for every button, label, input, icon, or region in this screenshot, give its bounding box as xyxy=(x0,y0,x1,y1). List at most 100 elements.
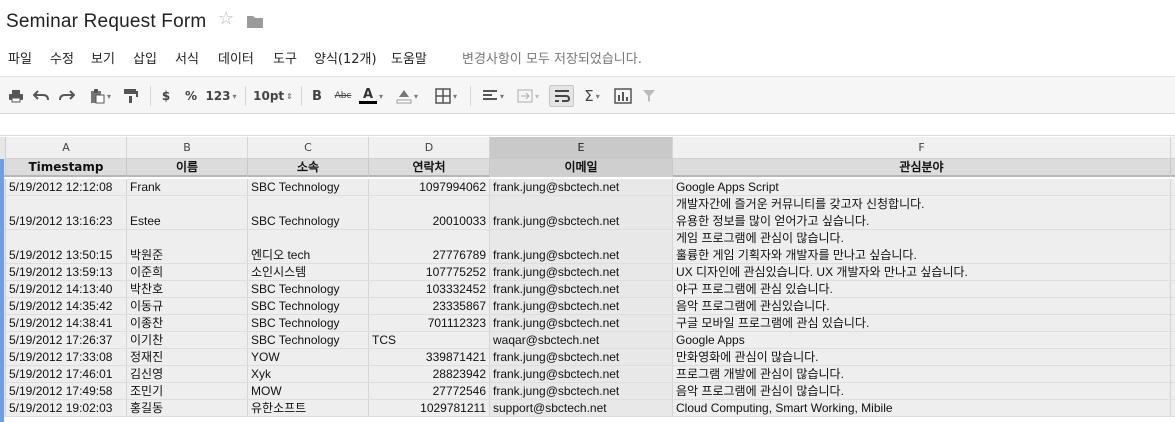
paint-format-icon[interactable] xyxy=(121,85,141,107)
percent-button[interactable]: % xyxy=(183,85,199,107)
header-timestamp[interactable]: Timestamp xyxy=(6,159,127,177)
cell-name[interactable]: 박찬호 xyxy=(127,281,248,297)
currency-button[interactable]: $ xyxy=(158,85,174,107)
cell-organization[interactable]: Xyk xyxy=(248,366,369,382)
cell-timestamp[interactable]: 5/19/2012 17:26:37 xyxy=(6,332,127,348)
cell-email[interactable]: frank.jung@sbctech.net xyxy=(490,179,673,195)
cell-interest[interactable]: Cloud Computing, Smart Working, Mibile xyxy=(673,400,1171,416)
star-icon[interactable]: ☆ xyxy=(218,10,234,28)
cell-timestamp[interactable]: 5/19/2012 13:59:13 xyxy=(6,264,127,280)
column-header-a[interactable]: A xyxy=(6,137,127,159)
cell-name[interactable]: Estee xyxy=(127,196,248,229)
merge-cells-icon[interactable]: ▾ xyxy=(512,85,544,107)
cell-interest[interactable]: 게임 프로그램에 관심이 많습니다. 훌륭한 게임 기획자와 개발자를 만나고 싶… xyxy=(673,230,1171,263)
cell-name[interactable]: 이동규 xyxy=(127,298,248,314)
header-interest[interactable]: 관심분야 xyxy=(673,159,1171,177)
print-icon[interactable] xyxy=(6,85,26,107)
cell-email[interactable]: waqar@sbctech.net xyxy=(490,332,673,348)
cell-email[interactable]: frank.jung@sbctech.net xyxy=(490,230,673,263)
menu-insert[interactable]: 삽입 xyxy=(133,48,157,67)
header-email[interactable]: 이메일 xyxy=(490,159,673,177)
borders-icon[interactable]: ▾ xyxy=(430,85,462,107)
number-format-button[interactable]: 123 ▾ xyxy=(205,85,237,107)
cell-contact[interactable]: TCS xyxy=(369,332,490,348)
cell-email[interactable]: frank.jung@sbctech.net xyxy=(490,264,673,280)
cell-organization[interactable]: YOW xyxy=(248,349,369,365)
column-header-b[interactable]: B xyxy=(127,137,248,159)
chart-icon[interactable] xyxy=(612,85,634,107)
redo-icon[interactable] xyxy=(57,85,77,107)
menu-file[interactable]: 파일 xyxy=(8,48,32,67)
font-size-select[interactable]: 10pt ⇕ xyxy=(253,85,293,107)
cell-name[interactable]: 홍길동 xyxy=(127,400,248,416)
cell-name[interactable]: 박원준 xyxy=(127,230,248,263)
cell-email[interactable]: frank.jung@sbctech.net xyxy=(490,298,673,314)
cell-contact[interactable]: 20010033 xyxy=(369,196,490,229)
cell-organization[interactable]: SBC Technology xyxy=(248,196,369,229)
column-header-e[interactable]: E xyxy=(490,137,673,159)
cell-interest[interactable]: 음악 프로그램에 관심있습니다. xyxy=(673,298,1171,314)
filter-icon[interactable] xyxy=(640,85,658,107)
cell-interest[interactable]: Google Apps xyxy=(673,332,1171,348)
menu-format[interactable]: 서식 xyxy=(175,48,199,67)
document-title[interactable]: Seminar Request Form xyxy=(6,11,206,33)
cell-timestamp[interactable]: 5/19/2012 17:46:01 xyxy=(6,366,127,382)
wrap-text-icon[interactable] xyxy=(549,85,574,107)
cell-name[interactable]: 정재진 xyxy=(127,349,248,365)
cell-name[interactable]: 이종찬 xyxy=(127,315,248,331)
bold-button[interactable]: B xyxy=(309,85,325,107)
cell-name[interactable]: 김신영 xyxy=(127,366,248,382)
cell-interest[interactable]: 음악 프로그램에 관심이 많습니다. xyxy=(673,383,1171,399)
cell-contact[interactable]: 339871421 xyxy=(369,349,490,365)
cell-timestamp[interactable]: 5/19/2012 17:33:08 xyxy=(6,349,127,365)
cell-contact[interactable]: 701112323 xyxy=(369,315,490,331)
cell-name[interactable]: 이기찬 xyxy=(127,332,248,348)
cell-interest[interactable]: 야구 프로그램에 관심 있습니다. xyxy=(673,281,1171,297)
column-header-d[interactable]: D xyxy=(369,137,490,159)
cell-email[interactable]: frank.jung@sbctech.net xyxy=(490,196,673,229)
cell-contact[interactable]: 107775252 xyxy=(369,264,490,280)
cell-organization[interactable]: 유한소프트 xyxy=(248,400,369,416)
formula-input[interactable] xyxy=(4,118,1164,133)
strikethrough-button[interactable]: Abc xyxy=(332,85,354,107)
cell-email[interactable]: support@sbctech.net xyxy=(490,400,673,416)
cell-organization[interactable]: SBC Technology xyxy=(248,179,369,195)
cell-timestamp[interactable]: 5/19/2012 19:02:03 xyxy=(6,400,127,416)
cell-contact[interactable]: 103332452 xyxy=(369,281,490,297)
cell-contact[interactable]: 1029781211 xyxy=(369,400,490,416)
paste-icon[interactable]: ▾ xyxy=(84,85,116,107)
align-left-icon[interactable]: ▾ xyxy=(478,85,508,107)
cell-organization[interactable]: SBC Technology xyxy=(248,332,369,348)
cell-organization[interactable]: SBC Technology xyxy=(248,298,369,314)
cell-name[interactable]: Frank xyxy=(127,179,248,195)
cell-email[interactable]: frank.jung@sbctech.net xyxy=(490,349,673,365)
cell-name[interactable]: 조민기 xyxy=(127,383,248,399)
cell-interest[interactable]: 개발자간에 즐거운 커뮤니티를 갖고자 신청합니다. 유용한 정보를 많이 얻어가… xyxy=(673,196,1171,229)
cell-email[interactable]: frank.jung@sbctech.net xyxy=(490,383,673,399)
menu-data[interactable]: 데이터 xyxy=(218,48,254,67)
cell-organization[interactable]: 소인시스템 xyxy=(248,264,369,280)
functions-icon[interactable]: Σ ▾ xyxy=(578,85,606,107)
cell-timestamp[interactable]: 5/19/2012 17:49:58 xyxy=(6,383,127,399)
menu-forms[interactable]: 양식(12개) xyxy=(314,48,377,67)
column-header-c[interactable]: C xyxy=(248,137,369,159)
cell-contact[interactable]: 27772546 xyxy=(369,383,490,399)
cell-interest[interactable]: 구글 모바일 프로그램에 관심 있습니다. xyxy=(673,315,1171,331)
cell-contact[interactable]: 1097994062 xyxy=(369,179,490,195)
header-name[interactable]: 이름 xyxy=(127,159,248,177)
cell-organization[interactable]: MOW xyxy=(248,383,369,399)
fill-color-icon[interactable]: ▾ xyxy=(393,85,421,107)
cell-contact[interactable]: 23335867 xyxy=(369,298,490,314)
cell-timestamp[interactable]: 5/19/2012 14:13:40 xyxy=(6,281,127,297)
cell-interest[interactable]: Google Apps Script xyxy=(673,179,1171,195)
cell-name[interactable]: 이준희 xyxy=(127,264,248,280)
header-contact[interactable]: 연락처 xyxy=(369,159,490,177)
cell-interest[interactable]: 프로그램 개발에 관심이 많습니다. xyxy=(673,366,1171,382)
menu-tools[interactable]: 도구 xyxy=(273,48,297,67)
undo-icon[interactable] xyxy=(31,85,51,107)
cell-organization[interactable]: SBC Technology xyxy=(248,281,369,297)
cell-email[interactable]: frank.jung@sbctech.net xyxy=(490,315,673,331)
menu-view[interactable]: 보기 xyxy=(91,48,115,67)
text-color-button[interactable]: A ▾ xyxy=(357,85,385,107)
column-header-f[interactable]: F xyxy=(673,137,1171,159)
